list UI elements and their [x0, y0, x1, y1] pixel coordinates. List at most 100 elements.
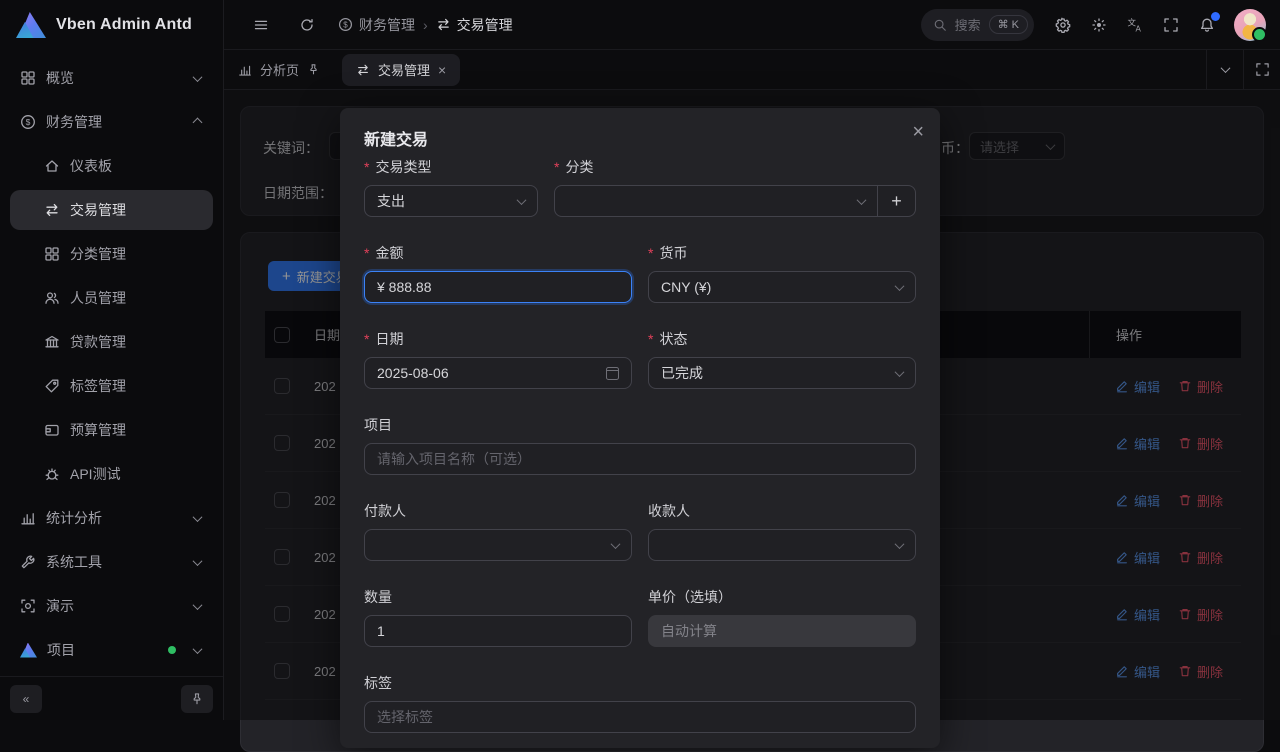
content-maximize-button[interactable]	[1244, 50, 1280, 89]
search-shortcut-badge: ⌘ K	[989, 15, 1028, 34]
date-picker[interactable]: 2025-08-06	[364, 357, 632, 389]
payee-label: 收款人	[648, 502, 916, 520]
user-avatar[interactable]	[1234, 9, 1266, 41]
people-icon	[44, 290, 60, 306]
field-category: 分类 +	[554, 158, 916, 217]
swap-icon	[44, 202, 60, 218]
tags-label: 标签	[364, 674, 916, 692]
pin-icon	[190, 692, 204, 706]
fullscreen-icon	[1163, 17, 1179, 33]
category-label: 分类	[554, 158, 916, 176]
search-icon	[933, 18, 947, 32]
sidebar-item-people[interactable]: 人员管理	[10, 278, 213, 318]
tab-list-dropdown-button[interactable]	[1207, 50, 1243, 89]
maximize-icon	[1255, 62, 1270, 77]
search-placeholder: 搜索	[955, 15, 981, 34]
tab-analysis[interactable]: 分析页	[224, 50, 334, 89]
sidebar-item-finance[interactable]: 财务管理	[10, 102, 213, 142]
sidebar-item-transactions[interactable]: 交易管理	[10, 190, 213, 230]
breadcrumb-parent[interactable]: 财务管理	[338, 15, 415, 35]
tags-input[interactable]	[377, 709, 903, 725]
close-icon[interactable]: ×	[912, 122, 924, 142]
notifications-button[interactable]	[1192, 10, 1222, 40]
app-logo-icon	[16, 12, 46, 38]
field-project: 项目	[364, 416, 916, 475]
project-logo-icon	[20, 643, 37, 658]
sidebar-item-system-tools[interactable]: 系统工具	[10, 542, 213, 582]
pin-sidebar-button[interactable]	[181, 685, 213, 713]
sidebar-item-api-test[interactable]: API测试	[10, 454, 213, 494]
sidebar-menu: 概览 财务管理 仪表板 交易管理 分类管理 人员管理 贷款管理	[0, 50, 223, 670]
pin-icon[interactable]	[307, 63, 320, 76]
sidebar-item-loans[interactable]: 贷款管理	[10, 322, 213, 362]
sidebar-footer: «	[0, 676, 223, 720]
theme-toggle-button[interactable]	[1084, 10, 1114, 40]
field-status: 状态 已完成	[648, 330, 916, 389]
transaction-type-select[interactable]: 支出	[364, 185, 538, 217]
sidebar-item-tags[interactable]: 标签管理	[10, 366, 213, 406]
breadcrumb-separator: ›	[423, 17, 428, 33]
settings-button[interactable]	[1048, 10, 1078, 40]
bug-icon	[44, 466, 60, 482]
status-dot	[168, 646, 176, 654]
global-search[interactable]: 搜索 ⌘ K	[921, 9, 1034, 41]
payer-select[interactable]	[364, 529, 632, 561]
bank-icon	[44, 334, 60, 350]
dollar-circle-icon	[338, 17, 353, 32]
header: 财务管理 › 交易管理 搜索 ⌘ K	[224, 0, 1280, 50]
sidebar-item-demo[interactable]: 演示	[10, 586, 213, 626]
wrench-icon	[20, 554, 36, 570]
field-payer: 付款人	[364, 502, 632, 561]
hamburger-icon	[253, 17, 269, 33]
language-button[interactable]	[1120, 10, 1150, 40]
chevron-down-icon	[193, 600, 203, 610]
translate-icon	[1127, 17, 1143, 33]
tags-input-wrap	[364, 701, 916, 733]
unit-price-input	[661, 623, 903, 639]
tab-transactions[interactable]: 交易管理 ×	[342, 54, 460, 86]
sun-icon	[1091, 17, 1107, 33]
grid-icon	[44, 246, 60, 262]
field-currency: 货币 CNY (¥)	[648, 244, 916, 303]
field-transaction-type: 交易类型 支出	[364, 158, 538, 217]
chevron-up-icon	[193, 117, 203, 127]
breadcrumb: 财务管理 › 交易管理	[338, 15, 513, 35]
menu-toggle-button[interactable]	[246, 10, 276, 40]
status-select[interactable]: 已完成	[648, 357, 916, 389]
sidebar-item-statistics[interactable]: 统计分析	[10, 498, 213, 538]
chevron-down-icon	[895, 367, 905, 377]
chevron-down-icon	[1220, 63, 1230, 73]
project-input[interactable]	[377, 451, 903, 467]
category-select[interactable]	[554, 185, 878, 217]
transaction-type-label: 交易类型	[364, 158, 538, 176]
payee-select[interactable]	[648, 529, 916, 561]
add-category-button[interactable]: +	[878, 185, 916, 217]
field-tags: 标签	[364, 674, 916, 733]
app-logo[interactable]: Vben Admin Antd	[0, 0, 223, 50]
payer-label: 付款人	[364, 502, 632, 520]
refresh-button[interactable]	[292, 10, 322, 40]
chevron-down-icon	[517, 195, 527, 205]
currency-select[interactable]: CNY (¥)	[648, 271, 916, 303]
amount-input-wrap	[364, 271, 632, 303]
field-quantity: 数量	[364, 588, 632, 647]
sidebar-item-dashboard[interactable]: 仪表板	[10, 146, 213, 186]
quantity-label: 数量	[364, 588, 632, 606]
new-transaction-modal: 新建交易 × 交易类型 支出 分类 +	[340, 108, 940, 748]
field-payee: 收款人	[648, 502, 916, 561]
amount-input[interactable]	[377, 279, 619, 295]
chevron-down-icon	[895, 281, 905, 291]
sidebar-item-budget[interactable]: 预算管理	[10, 410, 213, 450]
chevron-down-icon	[193, 556, 203, 566]
fullscreen-button[interactable]	[1156, 10, 1186, 40]
breadcrumb-current[interactable]: 交易管理	[436, 15, 513, 35]
collapse-sidebar-button[interactable]: «	[10, 685, 42, 713]
close-tab-icon[interactable]: ×	[438, 62, 446, 78]
sidebar-item-categories[interactable]: 分类管理	[10, 234, 213, 274]
swap-icon	[356, 63, 370, 77]
modal-title: 新建交易	[364, 126, 916, 150]
sidebar-item-overview[interactable]: 概览	[10, 58, 213, 98]
field-date: 日期 2025-08-06	[364, 330, 632, 389]
sidebar-item-project[interactable]: 项目	[10, 630, 213, 670]
quantity-input[interactable]	[377, 623, 619, 639]
